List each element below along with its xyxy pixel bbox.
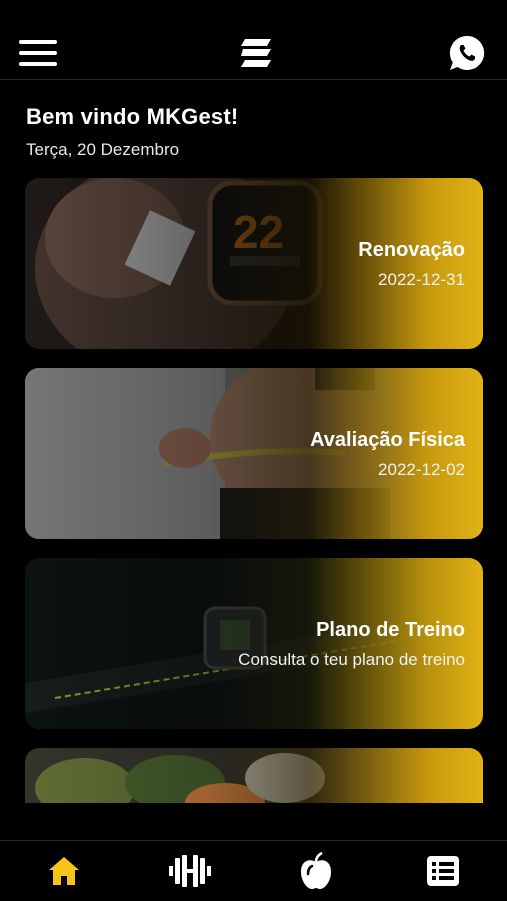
current-date: Terça, 20 Dezembro — [26, 140, 180, 159]
card-subtitle: Consulta o teu plano de treino — [238, 650, 465, 669]
list-icon — [427, 856, 459, 886]
tab-home[interactable] — [42, 851, 86, 891]
tab-workout[interactable] — [168, 851, 212, 891]
brand-logo-icon[interactable] — [237, 37, 271, 69]
whatsapp-icon[interactable] — [448, 34, 486, 72]
card-title: Avaliação Física — [310, 429, 465, 451]
hamburger-menu-icon[interactable] — [19, 38, 57, 68]
card-subtitle: 2022-12-02 — [378, 460, 465, 479]
card-renovacao[interactable]: 22 Renovação 2022-12-31 — [25, 178, 483, 349]
card-subtitle: 2022-12-31 — [378, 270, 465, 289]
tab-list[interactable] — [421, 851, 465, 891]
apple-icon — [301, 852, 331, 889]
welcome-title: Bem vindo MKGest! — [26, 104, 239, 129]
card-avaliacao-fisica[interactable]: Avaliação Física 2022-12-02 — [25, 368, 483, 539]
card-plano-de-treino[interactable]: Plano de Treino Consulta o teu plano de … — [25, 558, 483, 729]
cards-list[interactable]: 22 Renovação 2022-12-31 Avaliação Física… — [0, 170, 507, 803]
home-icon — [49, 857, 79, 885]
card-nutricao[interactable] — [25, 748, 483, 803]
dumbbell-icon — [169, 855, 211, 887]
card-title: Plano de Treino — [316, 619, 465, 641]
top-bar — [0, 0, 507, 80]
tab-nutrition[interactable] — [294, 851, 338, 891]
card-title: Renovação — [358, 239, 465, 261]
bottom-tab-bar — [0, 840, 507, 901]
